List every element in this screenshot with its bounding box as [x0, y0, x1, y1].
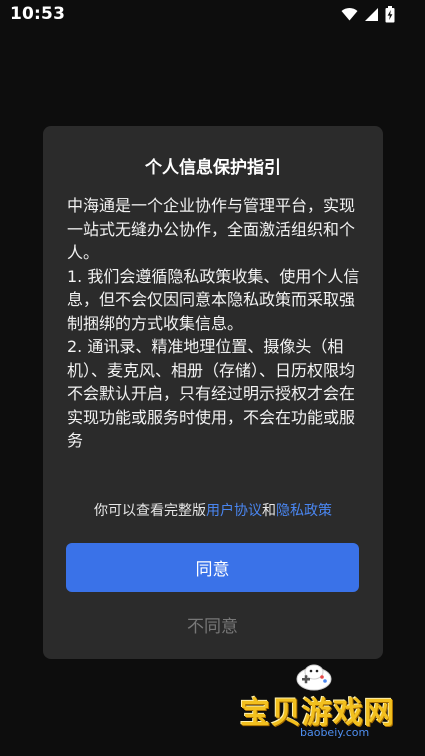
consent-line: 你可以查看完整版用户协议和隐私政策 [43, 500, 383, 520]
wifi-icon [341, 7, 358, 21]
status-time: 10:53 [10, 4, 66, 24]
privacy-dialog: 个人信息保护指引 中海通是一个企业协作与管理平台，实现一站式无缝办公协作，全面激… [43, 126, 383, 659]
battery-charging-icon [385, 5, 395, 23]
watermark-url: baobeiy.com [300, 726, 370, 739]
agree-button[interactable]: 同意 [66, 543, 359, 592]
disagree-button[interactable]: 不同意 [66, 606, 359, 642]
consent-prefix: 你可以查看完整版 [94, 503, 206, 519]
privacy-policy-link[interactable]: 隐私政策 [276, 503, 332, 519]
status-bar: 10:53 [0, 0, 425, 30]
status-icons [341, 5, 395, 23]
consent-and: 和 [262, 503, 276, 519]
user-agreement-link[interactable]: 用户协议 [206, 503, 262, 519]
watermark: 宝贝游戏网 baobeiy.com [240, 662, 400, 742]
signal-icon [364, 7, 379, 22]
dialog-body-text[interactable]: 中海通是一个企业协作与管理平台，实现一站式无缝办公协作，全面激活组织和个人。 1… [67, 194, 361, 464]
dialog-title: 个人信息保护指引 [145, 158, 281, 178]
screen: 10:53 个人信息保护指引 中海通是一个企业协作与管理平台，实现一站式无缝办公… [0, 0, 425, 756]
